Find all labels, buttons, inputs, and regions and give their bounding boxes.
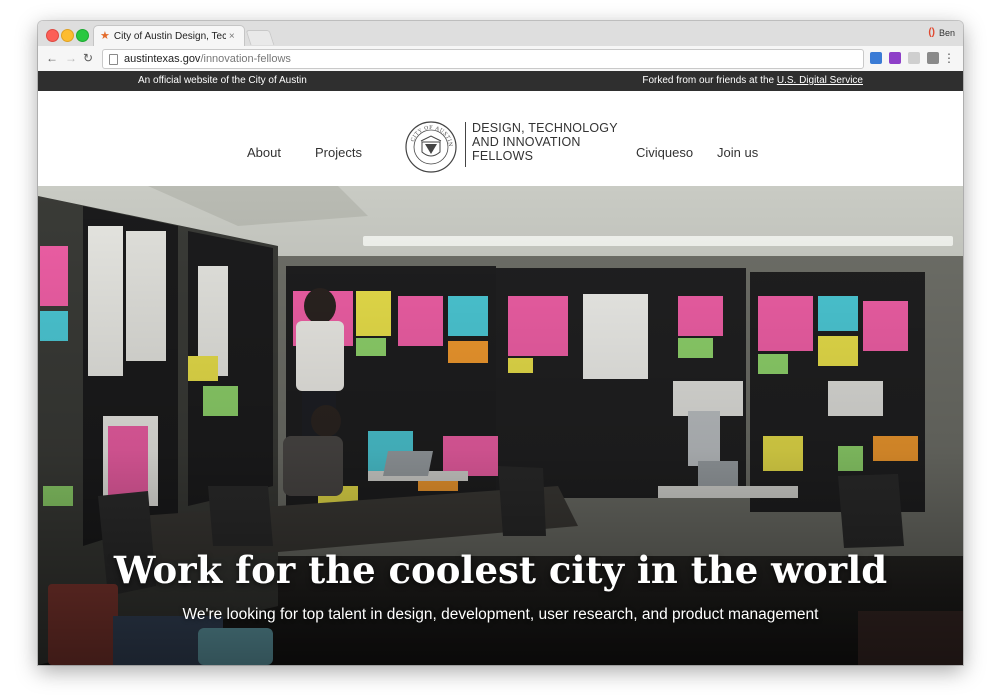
hero-title: Work for the coolest city in the world (113, 548, 888, 592)
back-arrow-icon[interactable]: ← (46, 51, 58, 65)
profile-name: Ben (938, 27, 955, 38)
forked-text: Forked from our friends at the U.S. Digi… (642, 75, 863, 86)
logo-line-2: AND INNOVATION (472, 135, 581, 149)
profile-icon: () (928, 27, 935, 38)
browser-window: ★ City of Austin Design, Technol × () Be… (38, 21, 963, 665)
logo-wordmark[interactable]: DESIGN, TECHNOLOGY AND INNOVATION FELLOW… (472, 121, 632, 163)
star-favicon-icon: ★ (100, 30, 110, 42)
forked-label: Forked from our friends at the (642, 75, 777, 86)
official-banner: An official website of the City of Austi… (38, 71, 963, 91)
close-window-button[interactable] (46, 29, 59, 42)
forward-arrow-icon[interactable]: → (65, 51, 77, 65)
minimize-window-button[interactable] (61, 29, 74, 42)
extension-1-icon[interactable] (870, 52, 882, 64)
city-seal-icon[interactable]: CITY OF AUSTIN (404, 120, 458, 174)
hero-subtitle: We're looking for top talent in design, … (182, 606, 819, 623)
profile-button[interactable]: () Ben (928, 27, 955, 38)
url-path: /innovation-fellows (200, 53, 291, 65)
hero-section: Work for the coolest city in the world W… (38, 186, 963, 665)
tab-close-icon[interactable]: × (229, 31, 235, 42)
usds-link[interactable]: U.S. Digital Service (777, 75, 863, 86)
nav-about[interactable]: About (247, 145, 281, 160)
zoom-window-button[interactable] (76, 29, 89, 42)
page-icon (109, 53, 118, 65)
url-host: austintexas.gov (124, 53, 201, 65)
browser-toolbar: ← → ↻ austintexas.gov/innovation-fellows… (38, 46, 963, 72)
extension-4-icon[interactable] (927, 52, 939, 64)
hero-shade (38, 186, 963, 665)
nav-civiqueso[interactable]: Civiqueso (636, 145, 693, 160)
address-bar[interactable]: austintexas.gov/innovation-fellows (102, 49, 864, 69)
page-content: An official website of the City of Austi… (38, 71, 963, 665)
nav-projects[interactable]: Projects (315, 145, 362, 160)
logo-line-3: FELLOWS (472, 149, 534, 163)
nav-join-us[interactable]: Join us (717, 145, 758, 160)
logo-divider (465, 122, 466, 167)
hero-office-photo (38, 186, 963, 665)
official-site-text: An official website of the City of Austi… (138, 75, 307, 86)
browser-tab[interactable]: ★ City of Austin Design, Technol × (93, 25, 245, 47)
reload-icon[interactable]: ↻ (83, 51, 93, 65)
browser-menu-icon[interactable]: ⋮ (943, 51, 955, 65)
new-tab-button[interactable] (245, 30, 275, 45)
extension-3-icon[interactable] (908, 52, 920, 64)
logo-line-1: DESIGN, TECHNOLOGY (472, 121, 618, 135)
extension-2-icon[interactable] (889, 52, 901, 64)
site-header: About Projects CITY OF AUSTIN DESIGN, TE… (38, 91, 963, 186)
title-bar: ★ City of Austin Design, Technol × () Be… (38, 21, 963, 47)
tab-title: City of Austin Design, Technol (113, 31, 226, 42)
